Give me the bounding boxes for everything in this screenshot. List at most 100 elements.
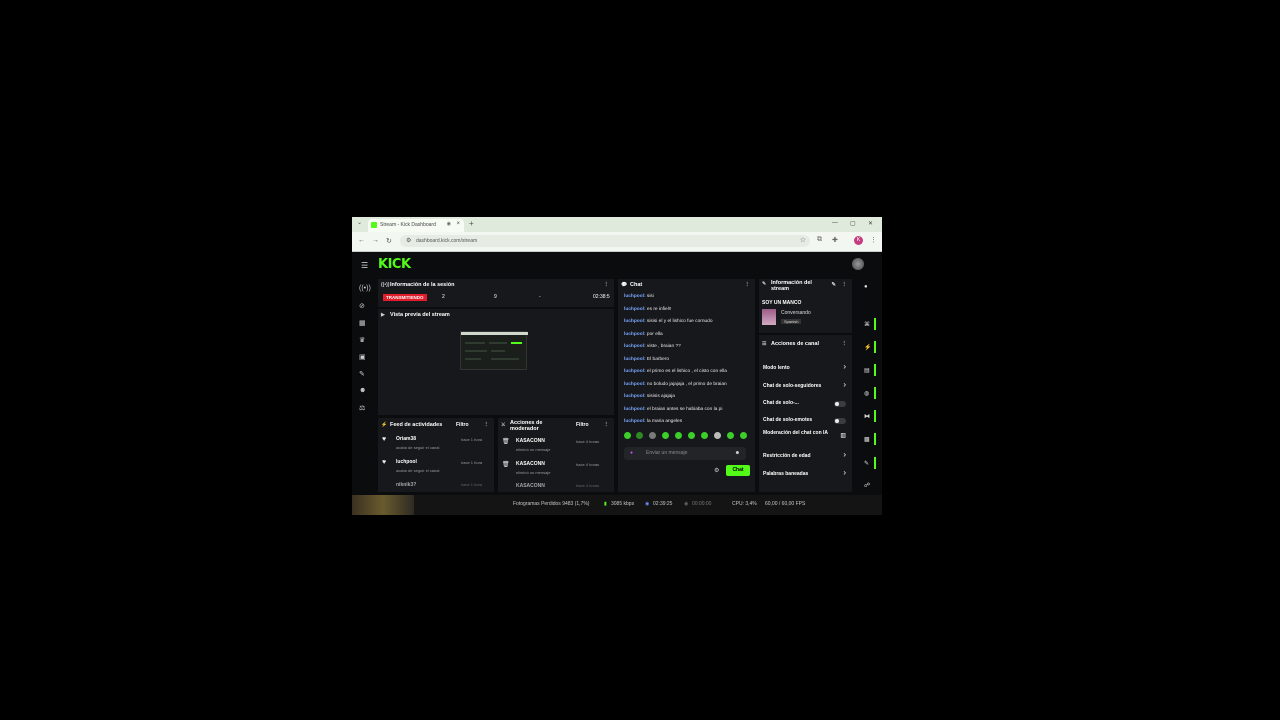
chat-text: el braian antes se habiaba con la pi: [645, 406, 723, 412]
activity-filter-button[interactable]: Filtro: [456, 418, 469, 432]
extensions-puzzle-icon[interactable]: ✚: [832, 236, 838, 244]
emoji-icon[interactable]: ☻: [735, 447, 740, 460]
host-icon[interactable]: ⧓: [864, 413, 870, 420]
chat-mod-icon[interactable]: ◍: [864, 390, 869, 397]
moderation-icon[interactable]: ⚖: [359, 404, 365, 412]
chat-username[interactable]: luchpool:: [624, 307, 646, 312]
chat-username[interactable]: luchpool:: [624, 294, 646, 299]
activity-user[interactable]: niknik3?: [396, 482, 416, 488]
chat-username[interactable]: luchpool:: [624, 407, 646, 412]
tab-search-icon[interactable]: ⌄: [357, 219, 362, 226]
chat-username[interactable]: luchpool:: [624, 319, 646, 324]
extension-icon[interactable]: ⧉: [817, 236, 822, 244]
info-icon[interactable]: ●: [864, 284, 868, 290]
chat-username[interactable]: luchpool:: [624, 369, 646, 374]
chat-title: Chat: [630, 282, 643, 288]
link-icon[interactable]: ⊘: [359, 302, 365, 310]
mod-filter-button[interactable]: Filtro: [576, 422, 589, 428]
browser-tab[interactable]: Stream - Kick Dashboard ◉ ×: [368, 219, 464, 232]
mod-menu-icon[interactable]: ⋮: [604, 422, 610, 428]
stream-duration: 02:38:5: [593, 294, 610, 300]
emote-icon[interactable]: [740, 432, 747, 439]
emote-icon[interactable]: [688, 432, 695, 439]
reload-icon[interactable]: ↻: [386, 237, 392, 245]
kick-logo[interactable]: KICK: [378, 257, 411, 272]
video-icon[interactable]: ▣: [359, 353, 366, 361]
chevron-right-icon: ›: [843, 380, 846, 389]
stream-preview-thumbnail[interactable]: [460, 331, 528, 370]
clip-icon[interactable]: ⌘: [864, 321, 870, 328]
emote-icon[interactable]: [675, 432, 682, 439]
chat-username[interactable]: luchpool:: [624, 394, 646, 399]
live-time: 02:39:25: [653, 501, 673, 507]
subs-only-toggle[interactable]: [834, 401, 846, 407]
stream-category[interactable]: Conversando: [781, 310, 811, 316]
chat-menu-icon[interactable]: ⋮: [745, 279, 751, 291]
activity-menu-icon[interactable]: ⋮: [484, 418, 490, 432]
left-nav: ((•)) ⊘ ▦ ♛ ▣ ✎ ☻ ⚖: [352, 280, 374, 495]
back-icon[interactable]: ←: [358, 237, 365, 244]
mod-user[interactable]: KASACONN: [516, 483, 545, 489]
broadcast-icon[interactable]: ((•)): [359, 285, 371, 292]
chat-text: sisisis ajajaja: [645, 394, 675, 399]
emote-icon[interactable]: [624, 432, 631, 439]
activity-user[interactable]: luchpool: [396, 459, 417, 465]
minimize-icon[interactable]: —: [832, 220, 838, 226]
chevron-right-icon: ›: [843, 468, 846, 477]
emote-icon[interactable]: [701, 432, 708, 439]
chat-username[interactable]: luchpool:: [624, 332, 646, 337]
close-window-icon[interactable]: ✕: [868, 220, 873, 227]
mod-user[interactable]: KASACONN: [516, 461, 545, 467]
community-link-icon[interactable]: ☍: [864, 482, 870, 489]
bookmark-star-icon[interactable]: ☆: [800, 235, 806, 247]
poll-icon[interactable]: ▤: [864, 367, 870, 374]
activity-icon: ⚡: [381, 422, 388, 428]
viewers-count: 2: [442, 294, 445, 300]
forward-icon[interactable]: →: [372, 237, 379, 244]
chat-settings-gear-icon[interactable]: ⚙: [714, 467, 719, 474]
prediction-icon[interactable]: ▩: [864, 436, 870, 443]
close-tab-icon[interactable]: ×: [456, 221, 460, 227]
emote-icon[interactable]: [649, 432, 656, 439]
maximize-icon[interactable]: ▢: [850, 220, 856, 227]
preview-icon: ▶: [381, 312, 385, 318]
stream-info-title: Información del stream: [771, 280, 812, 292]
user-avatar[interactable]: [852, 258, 864, 270]
chat-username[interactable]: luchpool:: [624, 382, 646, 387]
emote-icon[interactable]: [727, 432, 734, 439]
chat-message: luchpool: sisisis ajajaja: [624, 394, 675, 399]
wrench-icon[interactable]: ✎: [359, 370, 365, 378]
hamburger-menu-icon[interactable]: ☰: [361, 261, 368, 270]
send-chat-button[interactable]: Chat: [726, 465, 750, 476]
raid-icon[interactable]: ⚡: [864, 344, 871, 351]
community-icon[interactable]: ☻: [359, 387, 366, 394]
analytics-icon[interactable]: ▦: [359, 319, 366, 327]
channel-actions-menu-icon[interactable]: ⋮: [842, 338, 848, 350]
activity-user[interactable]: Oriam38: [396, 436, 416, 442]
profile-avatar[interactable]: K: [854, 236, 863, 245]
chat-username[interactable]: luchpool:: [624, 357, 646, 362]
url-field[interactable]: ⚙ dashboard.kick.com/stream ☆: [400, 235, 810, 247]
session-menu-icon[interactable]: ⋮: [604, 279, 610, 291]
browser-menu-icon[interactable]: ⋮: [870, 236, 877, 244]
subs-count: -: [539, 294, 541, 300]
tools-icon[interactable]: ✎: [864, 460, 869, 467]
emotes-only-toggle[interactable]: [834, 418, 846, 424]
edit-stream-icon[interactable]: ✎: [831, 282, 836, 288]
category-thumbnail[interactable]: [762, 309, 776, 325]
mic-icon[interactable]: ●: [630, 447, 633, 460]
activity-time: hace 1 hora: [461, 482, 483, 487]
chat-username[interactable]: luchpool:: [624, 344, 646, 349]
mod-user[interactable]: KASACONN: [516, 438, 545, 444]
emote-icon[interactable]: [662, 432, 669, 439]
new-tab-button[interactable]: +: [469, 219, 474, 228]
chat-message-input[interactable]: ● Enviar un mensaje ☻: [624, 447, 746, 460]
emote-icon[interactable]: [714, 432, 721, 439]
chat-username[interactable]: luchpool:: [624, 419, 646, 424]
site-info-icon[interactable]: ⚙: [406, 235, 411, 247]
stream-info-menu-icon[interactable]: ⋮: [842, 282, 848, 288]
trophy-icon[interactable]: ♛: [359, 336, 365, 344]
fps: 60,00 / 60,00 FPS: [765, 501, 806, 507]
emote-icon[interactable]: [636, 432, 643, 439]
bitrate: 3085 kbps: [611, 501, 635, 507]
